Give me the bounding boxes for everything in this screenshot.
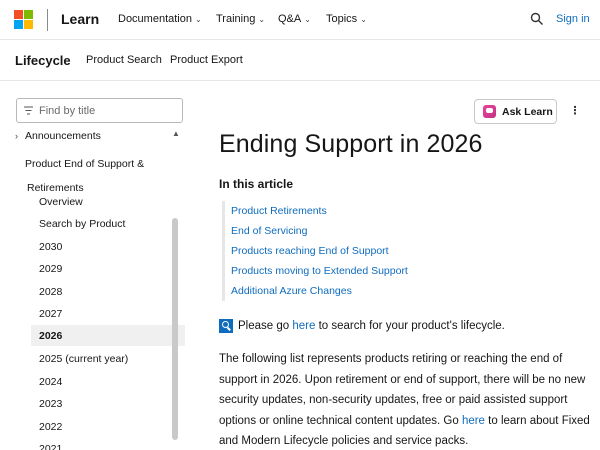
page-title: Ending Support in 2026: [219, 130, 483, 158]
nav-training[interactable]: Training ⌄: [216, 13, 265, 25]
toc-link-product-retirements[interactable]: Product Retirements: [231, 205, 327, 217]
search-icon[interactable]: [530, 12, 544, 26]
toc-link-azure-changes[interactable]: Additional Azure Changes: [231, 285, 352, 297]
toc-item-2021[interactable]: 2021: [39, 438, 170, 450]
toc-item-2028[interactable]: 2028: [39, 281, 170, 302]
note-text: Please go here to search for your produc…: [238, 320, 505, 332]
nav-topics-label: Topics: [326, 13, 358, 25]
toc-link-end-of-servicing[interactable]: End of Servicing: [231, 225, 307, 237]
product-subnav: Lifecycle Product Search Product Export: [0, 40, 600, 81]
nav-qa-label: Q&A: [278, 13, 302, 25]
toc-item-2022[interactable]: 2022: [39, 416, 170, 437]
search-icon: [219, 319, 233, 333]
product-search-link[interactable]: Product Search: [86, 54, 162, 66]
toc-item-2030[interactable]: 2030: [39, 236, 170, 257]
toc-item-2026[interactable]: 2026: [31, 325, 185, 346]
chevron-down-icon: ⌄: [360, 15, 367, 24]
chevron-down-icon: ⌄: [258, 15, 266, 24]
nav-documentation-label: Documentation: [118, 13, 192, 25]
find-by-title-input[interactable]: [39, 102, 179, 119]
in-this-article-heading: In this article: [219, 177, 294, 191]
product-export-link[interactable]: Product Export: [170, 54, 243, 66]
microsoft-logo[interactable]: [14, 10, 34, 30]
toc-item-label: Product End of Support & Retirements: [25, 158, 145, 194]
toc-item-label: Announcements: [25, 130, 101, 142]
chevron-down-icon: ⌄: [304, 15, 311, 24]
sign-in-link[interactable]: Sign in: [556, 13, 590, 25]
ask-learn-label: Ask Learn: [502, 106, 553, 118]
copilot-chat-icon: [483, 105, 496, 118]
ask-learn-button[interactable]: Ask Learn: [474, 99, 557, 124]
toc-item-2025[interactable]: 2025 (current year): [39, 348, 170, 369]
nav-topics[interactable]: Topics ⌄: [326, 13, 367, 25]
intro-paragraph: The following list represents products r…: [219, 349, 595, 450]
toc-link-extended-support[interactable]: Products moving to Extended Support: [231, 265, 408, 277]
toc-item-overview[interactable]: Overview: [39, 191, 170, 212]
chevron-down-icon: ⌄: [15, 152, 25, 176]
toc-item-2023[interactable]: 2023: [39, 393, 170, 414]
more-options-button[interactable]: ⋮: [568, 104, 582, 120]
sidebar-scrollbar[interactable]: [172, 218, 178, 440]
nav-qa[interactable]: Q&A ⌄: [278, 13, 311, 25]
lifecycle-title-link[interactable]: Lifecycle: [15, 53, 71, 68]
note-here-link[interactable]: here: [292, 320, 315, 332]
toc-item-2024[interactable]: 2024: [39, 371, 170, 392]
chevron-down-icon: ⌄: [195, 15, 202, 24]
sidebar-toc: › Announcements ▲ ⌄Product End of Support…: [15, 126, 185, 450]
note-text-before: Please go: [238, 320, 293, 332]
scroll-up-arrow-icon[interactable]: ▲: [172, 129, 180, 138]
toc-filter: [16, 98, 183, 123]
paragraph-here-link[interactable]: here: [462, 415, 485, 427]
chevron-right-icon: ›: [15, 131, 18, 141]
toc-link-end-of-support[interactable]: Products reaching End of Support: [231, 245, 389, 257]
nav-training-label: Training: [216, 13, 256, 25]
toc-item-announcements[interactable]: › Announcements: [15, 129, 170, 143]
toc-item-2029[interactable]: 2029: [39, 258, 170, 279]
in-this-article-list: Product Retirements End of Servicing Pro…: [222, 201, 462, 301]
learn-brand-link[interactable]: Learn: [61, 11, 99, 27]
nav-documentation[interactable]: Documentation ⌄: [118, 13, 202, 25]
brand-divider: [47, 9, 48, 31]
top-header: Learn Documentation ⌄ Training ⌄ Q&A ⌄ Topi…: [0, 0, 600, 40]
note-text-after: to search for your product's lifecycle.: [315, 320, 505, 332]
toc-item-search-by-product[interactable]: Search by Product: [39, 213, 170, 234]
toc-item-2027[interactable]: 2027: [39, 303, 170, 324]
filter-icon: [24, 106, 33, 115]
